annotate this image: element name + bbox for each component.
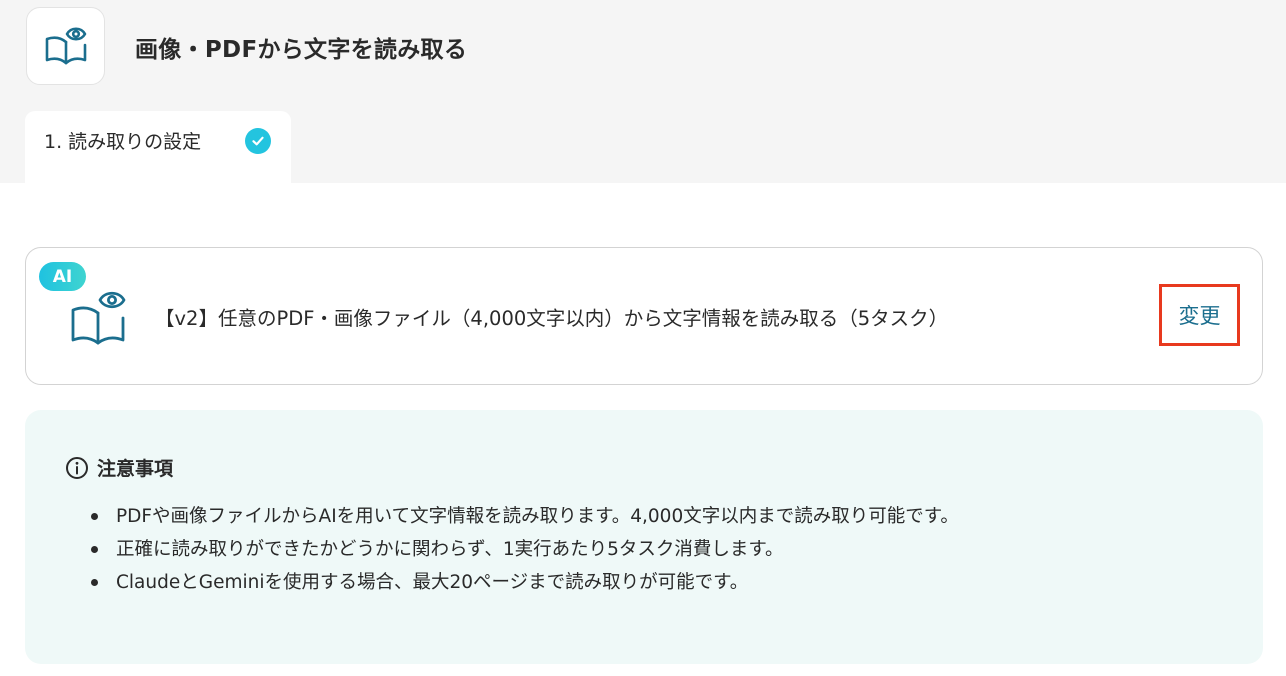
notice-item: ClaudeとGeminiを使用する場合、最大20ページまで読み取りが可能です。 bbox=[91, 566, 959, 599]
open-book-with-eye-icon bbox=[70, 286, 128, 350]
action-description: 【v2】任意のPDF・画像ファイル（4,000文字以内）から文字情報を読み取る（… bbox=[155, 307, 949, 330]
notice-item: 正確に読み取りができたかどうかに関わらず、1実行あたり5タスク消費します。 bbox=[91, 533, 959, 566]
open-book-with-eye-icon bbox=[45, 27, 86, 65]
app-icon bbox=[26, 7, 105, 85]
notice-box: 注意事項 PDFや画像ファイルからAIを用いて文字情報を読み取ります。4,000… bbox=[25, 410, 1263, 664]
check-circle-icon bbox=[245, 128, 271, 154]
header-area: 画像・PDFから文字を読み取る 1. 読み取りの設定 bbox=[0, 0, 1286, 183]
info-icon bbox=[66, 456, 88, 479]
change-button[interactable]: 変更 bbox=[1159, 284, 1240, 346]
notice-header: 注意事項 bbox=[65, 454, 173, 481]
notice-item: PDFや画像ファイルからAIを用いて文字情報を読み取ります。4,000文字以内ま… bbox=[91, 500, 959, 533]
tab-label: 1. 読み取りの設定 bbox=[44, 131, 202, 153]
tab-reading-settings[interactable]: 1. 読み取りの設定 bbox=[25, 111, 291, 183]
page-title: 画像・PDFから文字を読み取る bbox=[135, 37, 468, 63]
action-card: AI 【v2】任意のPDF・画像ファイル（4,000文字以内）から文字情報を読み… bbox=[25, 247, 1263, 385]
notice-list: PDFや画像ファイルからAIを用いて文字情報を読み取ります。4,000文字以内ま… bbox=[91, 500, 959, 599]
notice-title: 注意事項 bbox=[97, 458, 174, 480]
